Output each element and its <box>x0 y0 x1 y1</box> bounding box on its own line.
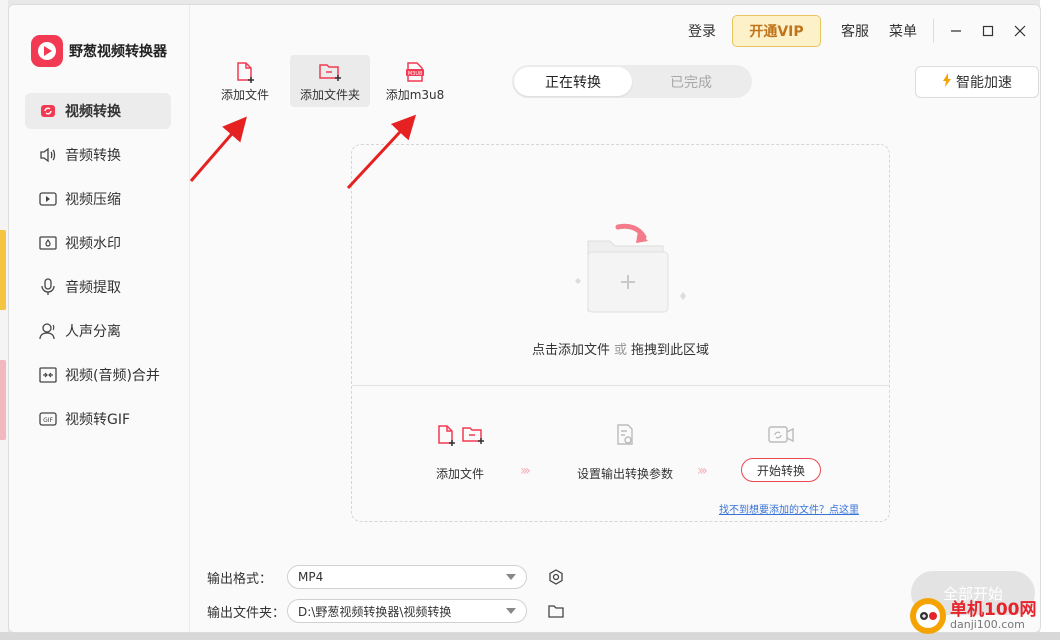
svg-text:GIF: GIF <box>43 417 53 424</box>
maximize-icon[interactable] <box>972 15 1004 47</box>
video-convert-outline-icon <box>741 421 821 449</box>
folder-select[interactable]: D:\野葱视频转换器\视频转换 <box>287 599 527 623</box>
sidebar-item-audio-convert[interactable]: 音频转换 <box>25 137 171 173</box>
format-value: MP4 <box>298 570 324 584</box>
status-tabs: 正在转换 已完成 <box>512 65 752 98</box>
sidebar-item-video-convert[interactable]: 视频转换 <box>25 93 171 129</box>
sidebar-item-label: 视频压缩 <box>65 192 121 208</box>
step-arrow-icon: ››› <box>697 463 708 479</box>
service-link[interactable]: 客服 <box>841 21 869 41</box>
divider <box>933 19 934 43</box>
close-icon[interactable] <box>1004 15 1036 47</box>
merge-icon <box>39 366 57 384</box>
video-compress-icon <box>39 190 57 208</box>
drop-area[interactable]: 点击添加文件或拖拽到此区域 <box>352 145 889 386</box>
drop-hint-or: 或 <box>613 343 627 358</box>
add-file-icon <box>234 60 256 84</box>
sidebar: 野葱视频转换器 视频转换 音频转换 视频压缩 视频水印 音频提取 人声分离 视频… <box>9 5 190 632</box>
add-file-button[interactable]: 添加文件 <box>205 55 285 107</box>
add-folder-icon <box>318 60 342 84</box>
video-convert-icon <box>39 102 57 120</box>
tab-done[interactable]: 已完成 <box>632 67 750 96</box>
tab-converting[interactable]: 正在转换 <box>514 67 632 96</box>
minimize-icon[interactable] <box>940 15 972 47</box>
voice-separate-icon <box>39 322 57 340</box>
sidebar-item-label: 视频(音频)合并 <box>65 368 160 384</box>
drop-hint: 点击添加文件或拖拽到此区域 <box>352 339 889 358</box>
step-arrow-icon: ››› <box>520 463 531 479</box>
folder-row: 输出文件夹： D:\野葱视频转换器\视频转换 <box>207 599 565 623</box>
folder-add-icon <box>560 219 690 319</box>
settings-file-icon <box>560 421 690 449</box>
menu-link[interactable]: 菜单 <box>889 21 917 41</box>
m3u8-file-icon: M3U8 <box>403 60 427 84</box>
settings-gear-icon[interactable] <box>547 568 565 586</box>
background-fragment <box>0 230 6 310</box>
sidebar-item-label: 视频转GIF <box>65 412 131 428</box>
sidebar-item-video-watermark[interactable]: 视频水印 <box>25 225 171 261</box>
drop-hint-drag: 拖拽到此区域 <box>631 343 710 358</box>
sidebar-nav: 视频转换 音频转换 视频压缩 视频水印 音频提取 人声分离 视频(音频)合并 G… <box>25 93 171 445</box>
drop-zone[interactable]: 点击添加文件或拖拽到此区域 添加文件 ››› 设置输出转换参数 ››› 开始转换… <box>351 144 890 522</box>
app-logo-icon <box>31 35 63 67</box>
brand: 野葱视频转换器 <box>31 35 167 67</box>
format-select[interactable]: MP4 <box>287 565 527 589</box>
sidebar-item-label: 视频转换 <box>65 104 121 120</box>
step-add-file-label: 添加文件 <box>435 467 484 481</box>
top-bar: 登录 开通VIP 客服 菜单 <box>678 15 1040 47</box>
help-link[interactable]: 找不到想要添加的文件？点这里 <box>719 501 859 516</box>
background-fragment <box>0 360 6 440</box>
format-row: 输出格式： MP4 <box>207 565 565 589</box>
sidebar-item-label: 音频转换 <box>65 148 121 164</box>
audio-speaker-icon <box>39 146 57 164</box>
sidebar-item-audio-extract[interactable]: 音频提取 <box>25 269 171 305</box>
add-file-folder-icons <box>410 421 510 449</box>
sidebar-item-merge[interactable]: 视频(音频)合并 <box>25 357 171 393</box>
background-left-edge <box>0 0 8 640</box>
step-settings: 设置输出转换参数 <box>560 421 690 482</box>
folder-value: D:\野葱视频转换器\视频转换 <box>298 604 452 619</box>
open-folder-icon[interactable] <box>547 602 565 620</box>
vip-button[interactable]: 开通VIP <box>732 15 821 47</box>
gif-icon: GIF <box>39 410 57 428</box>
app-title: 野葱视频转换器 <box>69 44 167 60</box>
watermark-title: 单机100网 <box>950 599 1037 620</box>
sidebar-item-label: 人声分离 <box>65 324 121 340</box>
smart-speed-label: 智能加速 <box>956 75 1012 91</box>
svg-text:M3U8: M3U8 <box>408 71 422 77</box>
watermark-logo-icon <box>910 598 946 634</box>
sidebar-item-video-compress[interactable]: 视频压缩 <box>25 181 171 217</box>
sidebar-item-gif[interactable]: GIF 视频转GIF <box>25 401 171 437</box>
sidebar-item-label: 音频提取 <box>65 280 121 296</box>
add-m3u8-button[interactable]: M3U8 添加m3u8 <box>375 55 455 107</box>
drop-hint-click: 点击添加文件 <box>531 343 610 358</box>
chevron-down-icon <box>506 608 516 614</box>
format-label: 输出格式： <box>207 571 273 587</box>
divider <box>352 385 889 386</box>
annotation-arrow <box>189 116 247 182</box>
audio-extract-icon <box>39 278 57 296</box>
taskbar-strip <box>0 632 1060 640</box>
step-add-file: 添加文件 <box>410 421 510 482</box>
video-watermark-icon <box>39 234 57 252</box>
login-link[interactable]: 登录 <box>688 21 716 41</box>
background-right-edge <box>1040 0 1060 640</box>
app-window: 野葱视频转换器 视频转换 音频转换 视频压缩 视频水印 音频提取 人声分离 视频… <box>8 4 1041 633</box>
step-settings-label: 设置输出转换参数 <box>576 467 673 481</box>
chevron-down-icon <box>506 574 516 580</box>
sidebar-item-label: 视频水印 <box>65 236 121 252</box>
sidebar-item-voice-separate[interactable]: 人声分离 <box>25 313 171 349</box>
add-folder-label: 添加文件夹 <box>299 87 360 102</box>
smart-speed-button[interactable]: 智能加速 <box>915 66 1039 98</box>
watermark-url: danji100.com <box>950 618 1025 632</box>
lightning-icon <box>942 73 952 91</box>
add-folder-button[interactable]: 添加文件夹 <box>290 55 370 107</box>
folder-label: 输出文件夹： <box>207 605 286 621</box>
watermark: 单机100网 danji100.com <box>910 598 1037 634</box>
add-m3u8-label: 添加m3u8 <box>385 87 445 102</box>
start-convert-button[interactable]: 开始转换 <box>741 458 821 482</box>
add-file-label: 添加文件 <box>220 87 269 102</box>
